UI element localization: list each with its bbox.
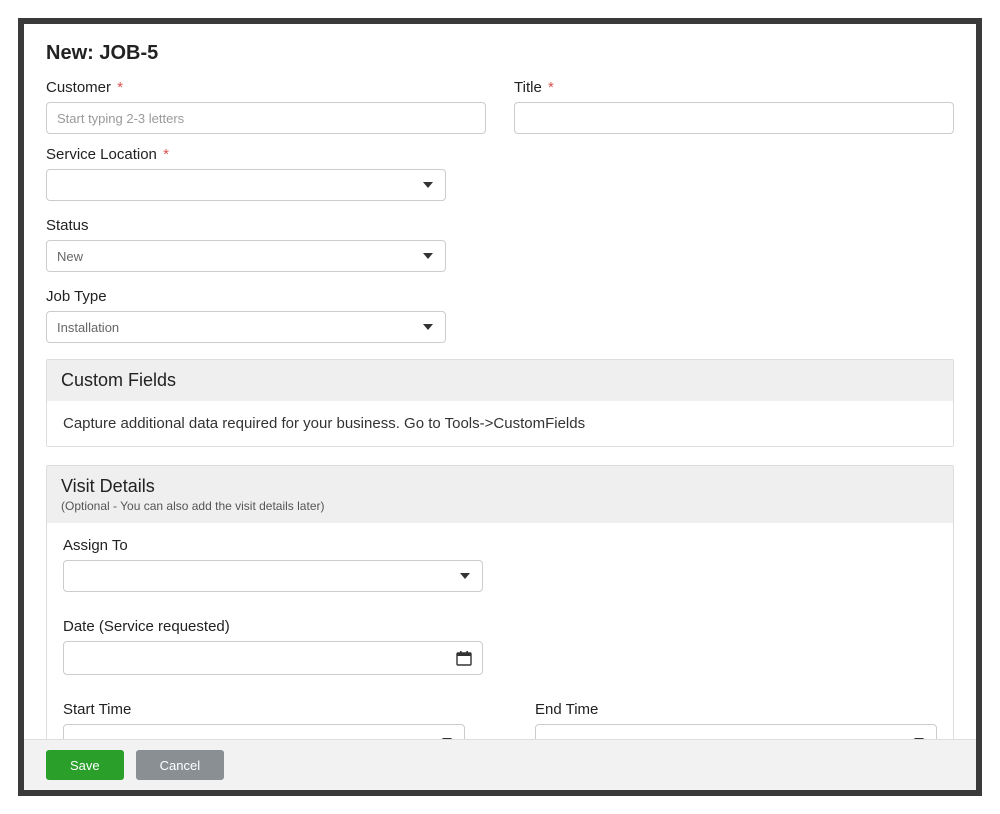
visit-details-body: Assign To Date (Service requested) xyxy=(47,523,953,739)
field-date: Date (Service requested) xyxy=(63,618,937,675)
page-title: New: JOB-5 xyxy=(46,42,954,65)
custom-fields-hint: Capture additional data required for you… xyxy=(63,415,937,432)
job-type-label: Job Type xyxy=(46,288,446,305)
visit-details-subtitle: (Optional - You can also add the visit d… xyxy=(61,499,939,513)
assign-to-select[interactable] xyxy=(63,560,483,592)
end-time-select[interactable] xyxy=(535,724,937,739)
footer-bar: Save Cancel xyxy=(24,739,976,790)
field-end-time: End Time xyxy=(535,701,937,739)
customer-label-text: Customer xyxy=(46,79,111,96)
form-body: New: JOB-5 Customer * Start typing 2-3 l… xyxy=(24,24,976,739)
save-button[interactable]: Save xyxy=(46,750,124,780)
status-label: Status xyxy=(46,217,446,234)
field-start-time: Start Time xyxy=(63,701,465,739)
chevron-down-icon xyxy=(423,253,433,259)
field-customer: Customer * Start typing 2-3 letters xyxy=(46,79,486,134)
visit-details-heading: Visit Details xyxy=(61,476,939,497)
cancel-button[interactable]: Cancel xyxy=(136,750,224,780)
section-visit-details: Visit Details (Optional - You can also a… xyxy=(46,465,954,739)
end-time-label: End Time xyxy=(535,701,937,718)
field-title: Title * xyxy=(514,79,954,134)
status-select[interactable]: New xyxy=(46,240,446,272)
field-service-location: Service Location * xyxy=(46,146,446,201)
job-type-select[interactable]: Installation xyxy=(46,311,446,343)
custom-fields-heading: Custom Fields xyxy=(61,370,939,391)
row-customer-title: Customer * Start typing 2-3 letters Titl… xyxy=(46,79,954,134)
chevron-down-icon xyxy=(423,324,433,330)
chevron-down-icon xyxy=(423,182,433,188)
customer-label: Customer * xyxy=(46,79,486,96)
field-status: Status New xyxy=(46,217,446,272)
date-label: Date (Service requested) xyxy=(63,618,937,635)
title-label: Title * xyxy=(514,79,954,96)
required-asterisk: * xyxy=(548,79,554,96)
required-asterisk: * xyxy=(163,146,169,163)
required-asterisk: * xyxy=(117,79,123,96)
row-times: Start Time End Time xyxy=(63,701,937,739)
service-location-select[interactable] xyxy=(46,169,446,201)
customer-input[interactable]: Start typing 2-3 letters xyxy=(46,102,486,134)
field-assign-to: Assign To xyxy=(63,537,937,592)
app-frame: New: JOB-5 Customer * Start typing 2-3 l… xyxy=(18,18,982,796)
status-value: New xyxy=(57,249,83,264)
chevron-down-icon xyxy=(460,573,470,579)
start-time-label: Start Time xyxy=(63,701,465,718)
title-label-text: Title xyxy=(514,79,542,96)
calendar-icon xyxy=(456,650,472,666)
service-location-label: Service Location * xyxy=(46,146,446,163)
section-custom-fields: Custom Fields Capture additional data re… xyxy=(46,359,954,447)
visit-details-header: Visit Details (Optional - You can also a… xyxy=(47,466,953,523)
job-type-value: Installation xyxy=(57,320,119,335)
date-input[interactable] xyxy=(63,641,483,675)
title-input[interactable] xyxy=(514,102,954,134)
service-location-label-text: Service Location xyxy=(46,146,157,163)
assign-to-label: Assign To xyxy=(63,537,937,554)
custom-fields-body: Capture additional data required for you… xyxy=(47,401,953,446)
field-job-type: Job Type Installation xyxy=(46,288,446,343)
start-time-select[interactable] xyxy=(63,724,465,739)
custom-fields-header: Custom Fields xyxy=(47,360,953,401)
